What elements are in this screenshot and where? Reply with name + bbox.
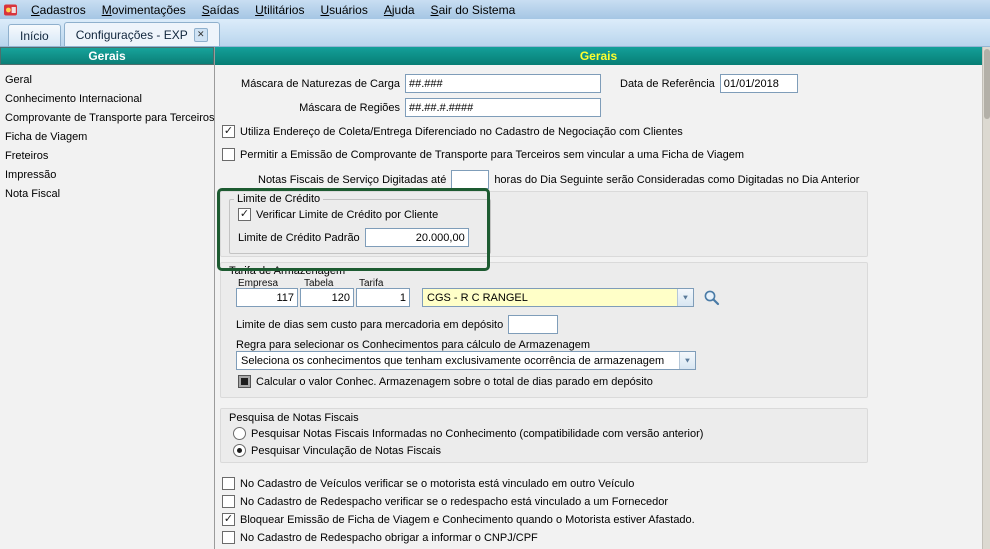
calcular-valor-row: Calcular o valor Conhec. Armazenagem sob… — [238, 375, 653, 388]
sidebar-item-comprovante-terceiros[interactable]: Comprovante de Transporte para Terceiros — [0, 109, 214, 128]
menu-item-ajuda[interactable]: Ajuda — [376, 2, 423, 18]
verificar-limite-label: Verificar Limite de Crédito por Cliente — [256, 208, 439, 221]
checkbox-row-veiculos: No Cadastro de Veículos verificar se o m… — [222, 477, 634, 490]
field-row-data-referencia: Data de Referência — [620, 74, 798, 93]
calcular-valor-label: Calcular o valor Conhec. Armazenagem sob… — [256, 375, 653, 388]
cliente-combobox[interactable]: CGS - R C RANGEL — [422, 288, 694, 307]
data-referencia-input[interactable] — [719, 74, 798, 93]
page-title: Gerais — [215, 47, 982, 65]
sidebar-item-nota-fiscal[interactable]: Nota Fiscal — [0, 185, 214, 204]
limite-credito-title: Limite de Crédito — [237, 193, 321, 205]
permitir-emissao-checkbox[interactable] — [222, 148, 235, 161]
regra-conhecimentos-value: Seleciona os conhecimentos que tenham ex… — [241, 354, 665, 367]
menu-item-utilitarios[interactable]: Utilitários — [247, 2, 312, 18]
mascara-naturezas-input[interactable] — [405, 74, 601, 93]
pesquisar-informadas-radio[interactable] — [233, 427, 246, 440]
notas-digitadas-label-after: horas do Dia Seguinte serão Consideradas… — [494, 173, 860, 186]
limite-dias-input[interactable] — [508, 315, 559, 334]
close-icon[interactable] — [193, 27, 208, 42]
limite-dias-row: Limite de dias sem custo para mercadoria… — [236, 315, 559, 334]
empresa-input[interactable] — [236, 288, 298, 307]
sidebar-item-geral[interactable]: Geral — [0, 71, 214, 90]
menu-item-movimentacoes[interactable]: Movimentações — [94, 2, 194, 18]
pesquisa-vinculacao-row: Pesquisar Vinculação de Notas Fiscais — [233, 444, 441, 457]
redespacho-fornecedor-label: No Cadastro de Redespacho verificar se o… — [240, 495, 669, 508]
field-row-mascara-regioes: Máscara de Regiões — [220, 98, 601, 117]
sidebar: Gerais Geral Conhecimento Internacional … — [0, 47, 215, 549]
bloquear-emissao-checkbox[interactable] — [222, 513, 235, 526]
checkbox-row-permitir-emissao: Permitir a Emissão de Comprovante de Tra… — [222, 148, 744, 161]
verificar-limite-row: Verificar Limite de Crédito por Cliente — [238, 208, 490, 221]
menu-item-usuarios[interactable]: Usuários — [312, 2, 375, 18]
tab-inicio[interactable]: Início — [8, 24, 61, 46]
tab-bar: Início Configurações - EXP — [0, 19, 990, 47]
tarifa-armazenagem-title: Tarifa de Armazenagem — [229, 265, 346, 277]
limite-padrao-label: Limite de Crédito Padrão — [238, 231, 360, 244]
tab-configuracoes-exp[interactable]: Configurações - EXP — [63, 22, 220, 46]
scrollbar-thumb[interactable] — [984, 49, 990, 119]
pesquisa-informadas-row: Pesquisar Notas Fiscais Informadas no Co… — [233, 427, 703, 440]
search-icon[interactable] — [703, 289, 720, 309]
pesquisa-notas-title: Pesquisa de Notas Fiscais — [229, 412, 359, 424]
pesquisar-vinculacao-radio[interactable] — [233, 444, 246, 457]
checkbox-row-bloquear-emissao: Bloquear Emissão de Ficha de Viagem e Co… — [222, 513, 695, 526]
regra-conhecimentos-label: Regra para selecionar os Conhecimentos p… — [236, 339, 591, 351]
sidebar-title: Gerais — [0, 47, 214, 65]
checkbox-row-redespacho-fornecedor: No Cadastro de Redespacho verificar se o… — [222, 495, 668, 508]
pesquisar-vinculacao-label: Pesquisar Vinculação de Notas Fiscais — [251, 444, 441, 457]
notas-fiscais-digitadas-row: Notas Fiscais de Serviço Digitadas até h… — [258, 170, 859, 189]
endereco-coleta-label: Utiliza Endereço de Coleta/Entrega Difer… — [240, 125, 683, 138]
menu-item-cadastros[interactable]: Cadastros — [23, 2, 94, 18]
mascara-naturezas-label: Máscara de Naturezas de Carga — [241, 77, 400, 90]
veiculos-motorista-checkbox[interactable] — [222, 477, 235, 490]
app-icon — [3, 2, 20, 17]
limite-padrao-row: Limite de Crédito Padrão — [238, 228, 490, 247]
cliente-combobox-value: CGS - R C RANGEL — [427, 291, 528, 304]
sidebar-item-ficha-de-viagem[interactable]: Ficha de Viagem — [0, 128, 214, 147]
menubar: Cadastros Movimentações Saídas Utilitári… — [0, 0, 990, 19]
endereco-coleta-checkbox[interactable] — [222, 125, 235, 138]
limite-credito-groupbox: Limite de Crédito Verificar Limite de Cr… — [229, 193, 491, 254]
sidebar-item-impressao[interactable]: Impressão — [0, 166, 214, 185]
app-window: Cadastros Movimentações Saídas Utilitári… — [0, 0, 990, 549]
tarifa-input[interactable] — [356, 288, 410, 307]
sidebar-list: Geral Conhecimento Internacional Comprov… — [0, 71, 214, 204]
redespacho-cnpj-checkbox[interactable] — [222, 531, 235, 544]
notas-digitadas-horas-input[interactable] — [451, 170, 490, 189]
veiculos-motorista-label: No Cadastro de Veículos verificar se o m… — [240, 477, 635, 490]
sidebar-item-freteiros[interactable]: Freteiros — [0, 147, 214, 166]
tab-inicio-label: Início — [20, 28, 49, 43]
pesquisa-notas-panel: Pesquisa de Notas Fiscais Pesquisar Nota… — [220, 408, 868, 463]
menu-item-saidas[interactable]: Saídas — [194, 2, 247, 18]
chevron-down-icon[interactable] — [677, 289, 693, 306]
limite-dias-label: Limite de dias sem custo para mercadoria… — [236, 318, 504, 331]
data-referencia-label: Data de Referência — [620, 77, 715, 90]
redespacho-cnpj-label: No Cadastro de Redespacho obrigar a info… — [240, 531, 538, 544]
mascara-regioes-label: Máscara de Regiões — [299, 101, 400, 114]
mascara-regioes-input[interactable] — [405, 98, 601, 117]
calcular-valor-checkbox[interactable] — [238, 375, 251, 388]
pesquisar-informadas-label: Pesquisar Notas Fiscais Informadas no Co… — [251, 427, 704, 440]
verificar-limite-checkbox[interactable] — [238, 208, 251, 221]
regra-conhecimentos-select[interactable]: Seleciona os conhecimentos que tenham ex… — [236, 351, 696, 370]
bloquear-emissao-label: Bloquear Emissão de Ficha de Viagem e Co… — [240, 513, 695, 526]
notas-digitadas-label-before: Notas Fiscais de Serviço Digitadas até — [258, 173, 447, 186]
sidebar-item-conhecimento-internacional[interactable]: Conhecimento Internacional — [0, 90, 214, 109]
field-row-mascara-naturezas: Máscara de Naturezas de Carga — [220, 74, 601, 93]
permitir-emissao-label: Permitir a Emissão de Comprovante de Tra… — [240, 148, 744, 161]
checkbox-row-redespacho-cnpj: No Cadastro de Redespacho obrigar a info… — [222, 531, 538, 544]
tab-configuracoes-label: Configurações - EXP — [75, 27, 188, 42]
scrollbar-vertical[interactable] — [982, 47, 990, 549]
menu-item-sair[interactable]: Sair do Sistema — [423, 2, 524, 18]
tarifa-armazenagem-panel: Tarifa de Armazenagem Empresa Tabela Tar… — [220, 262, 868, 398]
main-content: Máscara de Naturezas de Carga Data de Re… — [215, 65, 982, 549]
limite-padrao-input[interactable] — [364, 228, 469, 247]
checkbox-row-endereco-coleta: Utiliza Endereço de Coleta/Entrega Difer… — [222, 125, 683, 138]
redespacho-fornecedor-checkbox[interactable] — [222, 495, 235, 508]
tabela-input[interactable] — [300, 288, 354, 307]
limite-credito-panel: Limite de Crédito Verificar Limite de Cr… — [220, 191, 868, 257]
chevron-down-icon[interactable] — [679, 352, 695, 369]
